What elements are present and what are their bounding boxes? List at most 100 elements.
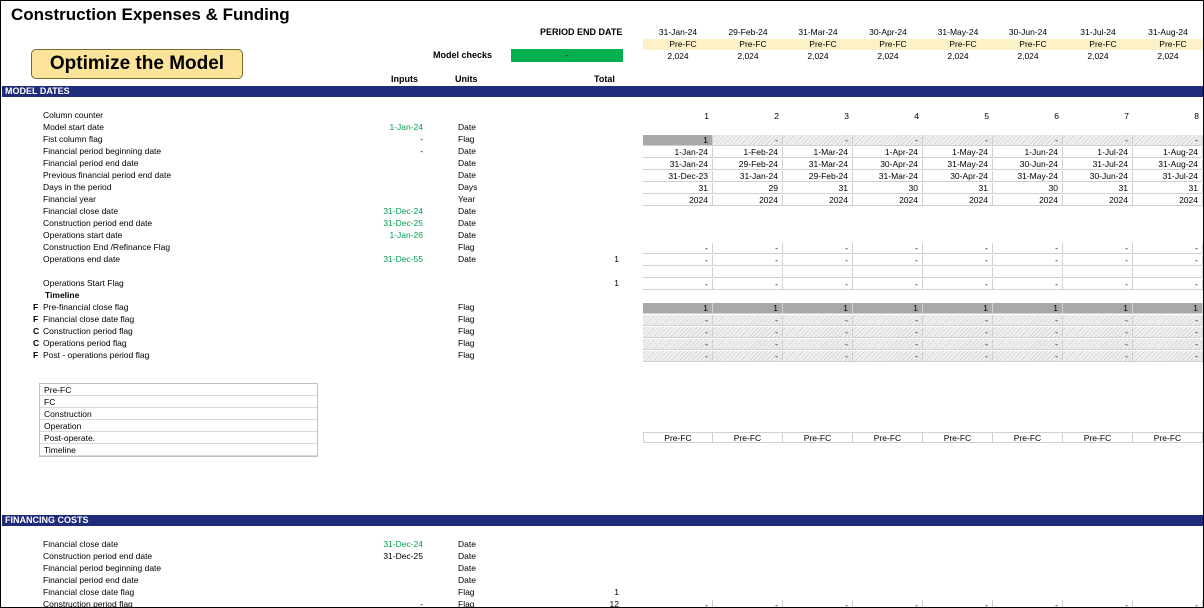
row-cell[interactable]: 1-Feb-24	[713, 147, 783, 158]
row-cell[interactable]: 5	[923, 111, 993, 122]
row-cell[interactable]: -	[1133, 339, 1203, 350]
row-cell[interactable]: -	[993, 351, 1063, 362]
row-cell[interactable]: -	[1133, 279, 1203, 290]
row-cell[interactable]	[1063, 267, 1133, 278]
fin-row-cell[interactable]: -	[783, 600, 853, 607]
row-cell[interactable]: -	[993, 255, 1063, 266]
row-cell[interactable]: 1	[783, 303, 853, 314]
row-cell[interactable]: -	[853, 351, 923, 362]
fin-row-cell[interactable]: -	[713, 600, 783, 607]
row-cell[interactable]: -	[713, 135, 783, 146]
row-cell[interactable]	[643, 267, 713, 278]
row-cell[interactable]: -	[923, 243, 993, 254]
row-cell[interactable]: -	[923, 279, 993, 290]
row-cell[interactable]: -	[993, 135, 1063, 146]
row-cell[interactable]: -	[713, 339, 783, 350]
row-cell[interactable]: 30	[993, 183, 1063, 194]
row-cell[interactable]: 30-Jun-24	[993, 159, 1063, 170]
fin-row-cell[interactable]: -	[1063, 600, 1133, 607]
row-cell[interactable]: 30-Apr-24	[923, 171, 993, 182]
row-input[interactable]: 31-Dec-55	[361, 254, 423, 264]
row-input[interactable]: 31-Dec-25	[361, 218, 423, 228]
row-cell[interactable]: -	[643, 339, 713, 350]
row-input[interactable]: -	[361, 146, 423, 156]
fin-row-cell[interactable]: -	[853, 600, 923, 607]
row-cell[interactable]: -	[1063, 279, 1133, 290]
row-input[interactable]: 31-Dec-24	[361, 206, 423, 216]
row-cell[interactable]: 2024	[853, 195, 923, 206]
row-cell[interactable]: -	[1133, 351, 1203, 362]
row-cell[interactable]: -	[643, 315, 713, 326]
row-cell[interactable]: 2	[713, 111, 783, 122]
row-cell[interactable]: 1	[643, 111, 713, 122]
row-cell[interactable]: -	[1063, 315, 1133, 326]
row-cell[interactable]: 2024	[643, 195, 713, 206]
row-cell[interactable]: 1	[853, 303, 923, 314]
fin-row-cell[interactable]: -	[923, 600, 993, 607]
fin-row-cell[interactable]: -	[993, 600, 1063, 607]
row-cell[interactable]	[923, 267, 993, 278]
row-cell[interactable]: -	[783, 339, 853, 350]
row-cell[interactable]: -	[923, 339, 993, 350]
row-cell[interactable]: 1	[643, 135, 713, 146]
row-cell[interactable]: -	[853, 243, 923, 254]
row-cell[interactable]: -	[853, 135, 923, 146]
row-cell[interactable]: 31	[783, 183, 853, 194]
row-cell[interactable]: -	[783, 351, 853, 362]
row-cell[interactable]: -	[1063, 255, 1133, 266]
row-cell[interactable]: 1-Jun-24	[993, 147, 1063, 158]
row-input[interactable]: 1-Jan-26	[361, 230, 423, 240]
row-cell[interactable]: -	[783, 135, 853, 146]
row-cell[interactable]	[1133, 267, 1203, 278]
row-cell[interactable]: -	[923, 255, 993, 266]
row-cell[interactable]: -	[923, 327, 993, 338]
row-cell[interactable]: -	[643, 327, 713, 338]
row-cell[interactable]: 31-Jul-24	[1063, 159, 1133, 170]
row-cell[interactable]: 2024	[713, 195, 783, 206]
row-cell[interactable]	[853, 267, 923, 278]
row-cell[interactable]: 31	[1063, 183, 1133, 194]
fin-row-cell[interactable]: -	[1133, 600, 1203, 607]
row-cell[interactable]: -	[1133, 135, 1203, 146]
row-cell[interactable]: -	[993, 327, 1063, 338]
row-cell[interactable]: 1-Mar-24	[783, 147, 853, 158]
row-cell[interactable]: -	[1063, 339, 1133, 350]
row-cell[interactable]: 29-Feb-24	[783, 171, 853, 182]
row-cell[interactable]: -	[713, 351, 783, 362]
row-cell[interactable]: 1-Apr-24	[853, 147, 923, 158]
row-cell[interactable]: -	[853, 327, 923, 338]
row-cell[interactable]: 2024	[1133, 195, 1203, 206]
row-cell[interactable]: -	[853, 315, 923, 326]
row-cell[interactable]: -	[1063, 135, 1133, 146]
row-cell[interactable]: -	[783, 243, 853, 254]
row-cell[interactable]: 29-Feb-24	[713, 159, 783, 170]
row-cell[interactable]: -	[1133, 243, 1203, 254]
row-cell[interactable]: -	[993, 339, 1063, 350]
row-cell[interactable]: 29	[713, 183, 783, 194]
row-cell[interactable]: 2024	[783, 195, 853, 206]
row-cell[interactable]: 1	[1133, 303, 1203, 314]
row-cell[interactable]: 1-Jan-24	[643, 147, 713, 158]
row-cell[interactable]: -	[923, 315, 993, 326]
row-cell[interactable]: 7	[1063, 111, 1133, 122]
row-cell[interactable]: -	[643, 255, 713, 266]
row-cell[interactable]: -	[643, 351, 713, 362]
row-cell[interactable]: 31-Aug-24	[1133, 159, 1203, 170]
row-cell[interactable]: 3	[783, 111, 853, 122]
row-cell[interactable]: 4	[853, 111, 923, 122]
row-cell[interactable]: 31	[643, 183, 713, 194]
row-cell[interactable]: 30	[853, 183, 923, 194]
row-cell[interactable]: 31-Mar-24	[853, 171, 923, 182]
row-cell[interactable]	[783, 267, 853, 278]
row-cell[interactable]: -	[853, 279, 923, 290]
fin-row-cell[interactable]: -	[643, 600, 713, 607]
row-cell[interactable]: -	[713, 279, 783, 290]
row-cell[interactable]: 1-Jul-24	[1063, 147, 1133, 158]
row-cell[interactable]: -	[853, 255, 923, 266]
row-cell[interactable]: 2024	[993, 195, 1063, 206]
row-cell[interactable]: -	[643, 279, 713, 290]
row-input[interactable]: 1-Jan-24	[361, 122, 423, 132]
row-cell[interactable]: -	[993, 315, 1063, 326]
row-cell[interactable]: -	[783, 255, 853, 266]
row-cell[interactable]: -	[1063, 243, 1133, 254]
